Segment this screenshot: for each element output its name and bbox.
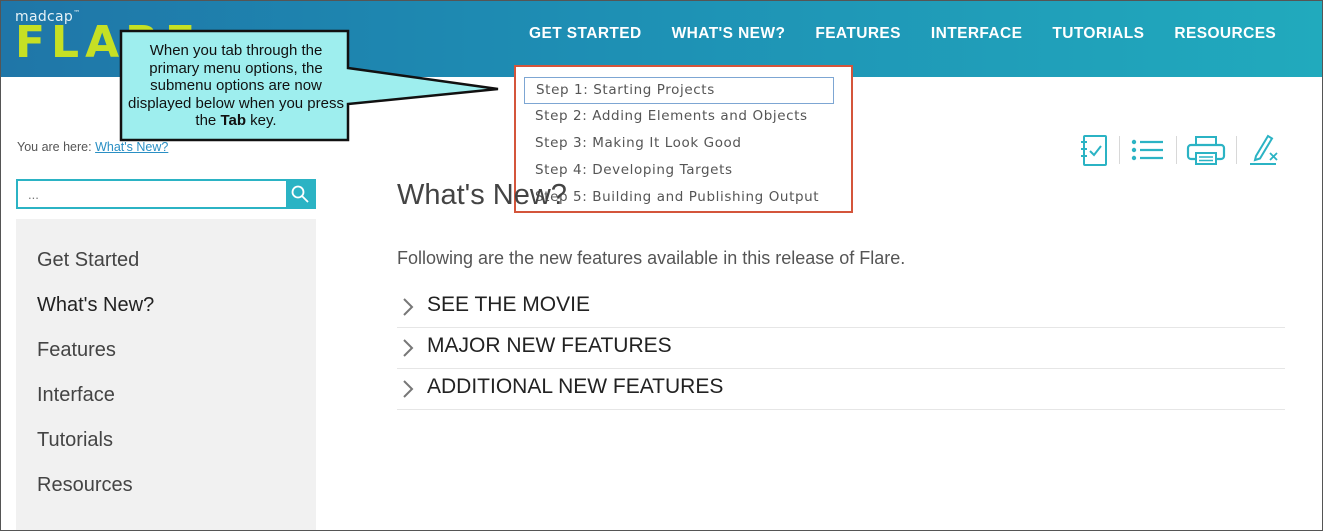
side-nav: Get Started What's New? Features Interfa… bbox=[16, 219, 316, 530]
print-icon[interactable] bbox=[1186, 132, 1226, 168]
submenu-item-step-3[interactable]: Step 3: Making It Look Good bbox=[524, 131, 834, 158]
nav-whats-new[interactable]: WHAT'S NEW? bbox=[672, 25, 786, 43]
nav-interface[interactable]: INTERFACE bbox=[931, 25, 1022, 43]
side-nav-resources[interactable]: Resources bbox=[37, 474, 133, 497]
breadcrumb-link[interactable]: What's New? bbox=[95, 140, 168, 154]
dropdown-major-new-features[interactable]: MAJOR NEW FEATURES bbox=[397, 328, 1285, 369]
search-input[interactable] bbox=[18, 181, 288, 207]
search-icon bbox=[291, 185, 309, 203]
search-button[interactable] bbox=[286, 181, 314, 207]
callout-text: When you tab through the primary menu op… bbox=[128, 42, 344, 129]
dropdown-label: ADDITIONAL NEW FEATURES bbox=[427, 375, 724, 398]
browser-frame: madcap™ FLARE GET STARTED WHAT'S NEW? FE… bbox=[0, 0, 1323, 531]
breadcrumb-prefix: You are here: bbox=[17, 140, 96, 154]
toolbar-separator bbox=[1236, 136, 1237, 164]
chevron-right-icon bbox=[403, 298, 414, 316]
nav-tutorials[interactable]: TUTORIALS bbox=[1052, 25, 1144, 43]
submenu-item-step-5[interactable]: Step 5: Building and Publishing Output bbox=[524, 185, 834, 212]
submenu-item-step-2[interactable]: Step 2: Adding Elements and Objects bbox=[524, 104, 834, 131]
clear-highlight-icon[interactable] bbox=[1248, 132, 1282, 168]
dropdown-label: MAJOR NEW FEATURES bbox=[427, 334, 672, 357]
submenu-item-step-4[interactable]: Step 4: Developing Targets bbox=[524, 158, 834, 185]
chevron-right-icon bbox=[403, 339, 414, 357]
side-nav-interface[interactable]: Interface bbox=[37, 384, 115, 407]
page-title: What's New? bbox=[397, 179, 567, 211]
dropdown-additional-new-features[interactable]: ADDITIONAL NEW FEATURES bbox=[397, 369, 1285, 410]
side-nav-features[interactable]: Features bbox=[37, 339, 116, 362]
chevron-right-icon bbox=[403, 380, 414, 398]
search-bar bbox=[16, 179, 316, 209]
intro-text: Following are the new features available… bbox=[397, 248, 906, 268]
dropdown-label: SEE THE MOVIE bbox=[427, 293, 590, 316]
nav-get-started[interactable]: GET STARTED bbox=[529, 25, 642, 43]
toolbar-separator bbox=[1119, 136, 1120, 164]
side-nav-tutorials[interactable]: Tutorials bbox=[37, 429, 113, 452]
submenu-item-step-1[interactable]: Step 1: Starting Projects bbox=[524, 77, 834, 104]
nav-features[interactable]: FEATURES bbox=[815, 25, 901, 43]
checklist-icon[interactable] bbox=[1079, 132, 1113, 168]
nav-resources[interactable]: RESOURCES bbox=[1174, 25, 1276, 43]
side-nav-get-started[interactable]: Get Started bbox=[37, 249, 139, 272]
dropdown-see-the-movie[interactable]: SEE THE MOVIE bbox=[397, 287, 1285, 328]
primary-nav: GET STARTED WHAT'S NEW? FEATURES INTERFA… bbox=[529, 25, 1306, 43]
side-nav-whats-new[interactable]: What's New? bbox=[37, 294, 154, 317]
breadcrumb: You are here: What's New? bbox=[17, 140, 168, 154]
toolbar-separator bbox=[1176, 136, 1177, 164]
list-icon[interactable] bbox=[1130, 132, 1164, 168]
